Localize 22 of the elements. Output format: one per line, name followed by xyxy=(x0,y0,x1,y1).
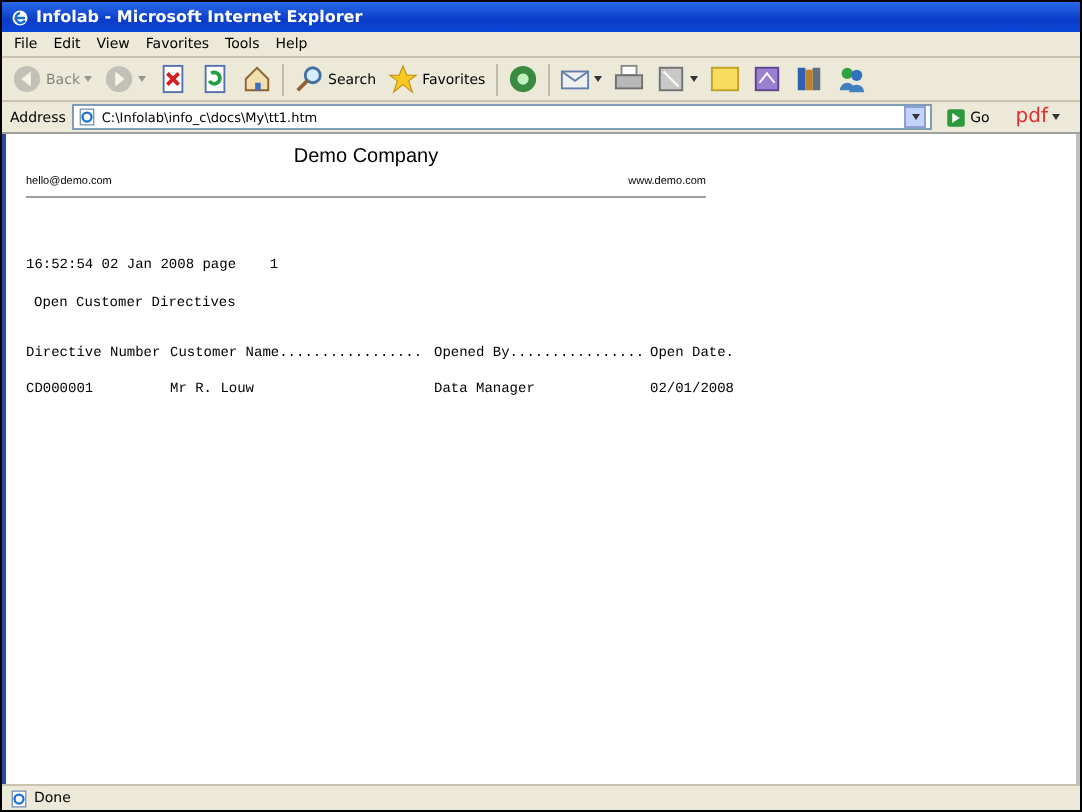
browser-icon xyxy=(10,7,30,27)
research-button[interactable] xyxy=(749,62,784,96)
document-icon xyxy=(751,64,782,94)
note-icon xyxy=(709,64,740,94)
page-icon xyxy=(77,108,96,126)
media-icon xyxy=(507,64,538,94)
stop-icon xyxy=(158,64,188,94)
page-icon xyxy=(10,789,28,807)
media-button[interactable] xyxy=(505,62,540,96)
refresh-icon xyxy=(200,64,230,94)
edit-button[interactable] xyxy=(653,62,700,96)
home-icon xyxy=(242,64,272,94)
company-name: Demo Company xyxy=(291,146,441,168)
people-icon xyxy=(835,64,866,94)
home-button[interactable] xyxy=(240,62,274,96)
star-icon xyxy=(388,64,419,94)
books-icon xyxy=(793,64,824,94)
search-icon xyxy=(294,64,324,94)
printer-icon xyxy=(613,64,644,94)
window-title: Infolab - Microsoft Internet Explorer xyxy=(36,8,363,26)
pdf-button[interactable]: pdf xyxy=(1003,106,1072,128)
edit-icon xyxy=(655,64,686,94)
